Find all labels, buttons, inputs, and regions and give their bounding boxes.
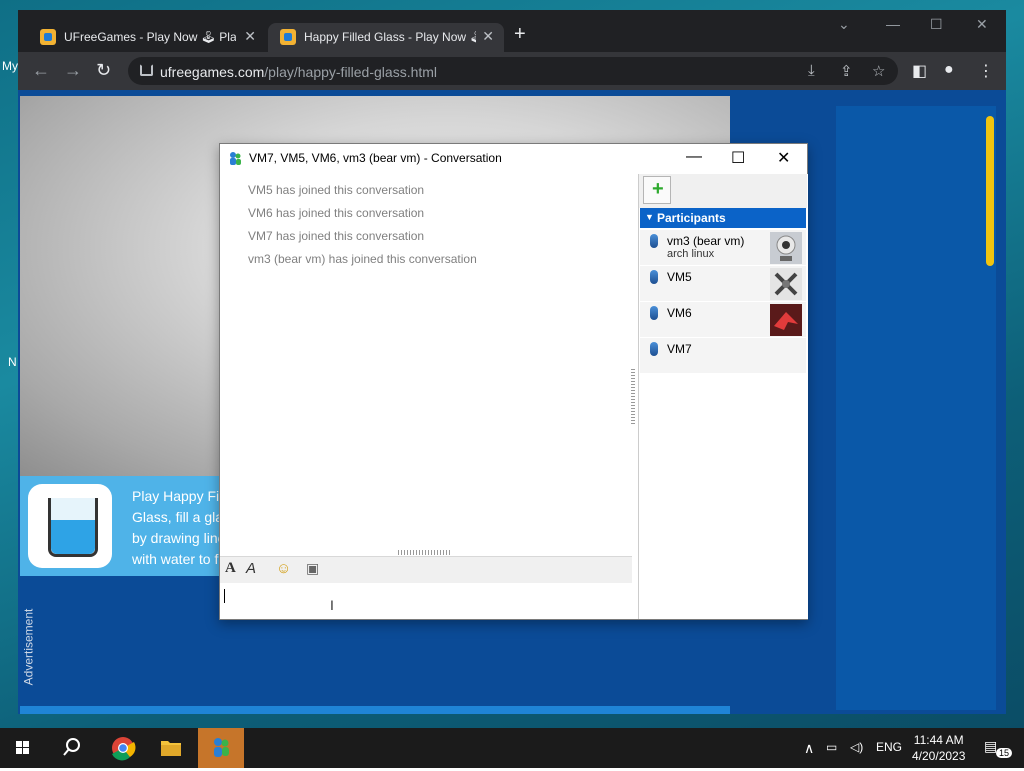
tab-search-icon[interactable]: ⌄ bbox=[838, 16, 850, 33]
add-user-icon: + bbox=[652, 178, 664, 200]
tab-ufreegames[interactable]: UFreeGames - Play Now 🕹 Play ✕ bbox=[28, 23, 266, 52]
reload-icon[interactable]: ↻ bbox=[96, 60, 111, 80]
participant-item[interactable]: VM6 bbox=[640, 302, 806, 337]
tab-strip: UFreeGames - Play Now 🕹 Play ✕ Happy Fil… bbox=[18, 10, 1006, 52]
messenger-icon bbox=[230, 152, 241, 165]
user-status-icon bbox=[650, 234, 658, 248]
clock[interactable]: 11:44 AM 4/20/2023 bbox=[912, 732, 965, 764]
save-icon[interactable]: ▣ bbox=[306, 560, 319, 577]
close-window-icon[interactable]: ✕ bbox=[976, 16, 988, 33]
origami-avatar bbox=[770, 304, 802, 336]
messenger-taskbar-button[interactable] bbox=[198, 728, 244, 768]
sidepanel-icon[interactable]: ◧ bbox=[912, 61, 927, 81]
system-message: VM7 has joined this conversation bbox=[248, 229, 425, 243]
message-input[interactable]: I bbox=[220, 583, 632, 619]
close-tab-icon[interactable]: ✕ bbox=[244, 28, 256, 45]
font-color-icon[interactable]: A bbox=[246, 560, 256, 577]
site-favicon-icon bbox=[40, 29, 56, 45]
participant-item[interactable]: VM5 bbox=[640, 266, 806, 301]
show-hidden-icons[interactable]: ∧ bbox=[804, 740, 814, 757]
language-indicator[interactable]: ENG bbox=[876, 740, 902, 754]
system-message: VM5 has joined this conversation bbox=[248, 183, 425, 197]
minimize-icon[interactable]: — bbox=[886, 16, 900, 32]
ibeam-cursor-icon: I bbox=[330, 597, 334, 613]
system-message: vm3 (bear vm) has joined this conversati… bbox=[248, 252, 477, 266]
new-tab-button[interactable]: + bbox=[514, 24, 526, 44]
install-icon[interactable]: ⤓ bbox=[808, 62, 815, 79]
user-status-icon bbox=[650, 270, 658, 284]
site-favicon-icon bbox=[280, 29, 296, 45]
emoticon-icon[interactable]: ☺ bbox=[276, 560, 291, 577]
browser-toolbar: ← → ↻ ufreegames.com/play/happy-filled-g… bbox=[18, 52, 1006, 90]
user-status-icon bbox=[650, 306, 658, 320]
search-icon bbox=[63, 738, 80, 756]
tab-title: UFreeGames - Play Now 🕹 Play bbox=[64, 30, 236, 44]
text-caret bbox=[224, 589, 225, 603]
maximize-icon[interactable]: ☐ bbox=[930, 16, 943, 33]
minimize-icon[interactable]: — bbox=[686, 148, 702, 166]
lock-icon[interactable] bbox=[140, 64, 153, 76]
taskbar: ∧ ▭ ◁) ENG 11:44 AM 4/20/2023 ▤ 15 bbox=[0, 728, 1024, 768]
conversation-titlebar[interactable]: VM7, VM5, VM6, vm3 (bear vm) - Conversat… bbox=[220, 144, 807, 172]
notification-count-badge: 15 bbox=[996, 748, 1013, 758]
format-toolbar: A A ☺ ▣ bbox=[220, 556, 632, 584]
vertical-splitter[interactable] bbox=[631, 369, 635, 425]
forward-icon[interactable]: → bbox=[64, 60, 82, 80]
font-icon[interactable]: A bbox=[225, 560, 236, 577]
participants-pane: + ▼ Participants vm3 (bear vm) arch linu… bbox=[638, 174, 808, 619]
network-icon[interactable]: ▭ bbox=[826, 740, 837, 754]
participant-item[interactable]: VM7 bbox=[640, 338, 806, 373]
participants-toolbar: + bbox=[639, 174, 807, 208]
address-bar[interactable]: ufreegames.com/play/happy-filled-glass.h… bbox=[128, 57, 898, 85]
glass-icon bbox=[48, 498, 98, 557]
maximize-icon[interactable]: ☐ bbox=[731, 148, 745, 168]
conversation-title: VM7, VM5, VM6, vm3 (bear vm) - Conversat… bbox=[249, 151, 502, 165]
star-icon[interactable]: ☆ bbox=[872, 62, 885, 80]
add-participant-button[interactable]: + bbox=[643, 176, 671, 204]
menu-icon[interactable]: ⋮ bbox=[978, 61, 994, 81]
collapse-arrow-icon: ▼ bbox=[645, 212, 654, 222]
profile-icon[interactable]: ● bbox=[944, 61, 954, 79]
tools-avatar bbox=[770, 268, 802, 300]
participants-header[interactable]: ▼ Participants bbox=[640, 208, 806, 228]
user-status-icon bbox=[650, 342, 658, 356]
page-sidebar bbox=[836, 106, 996, 710]
participant-item[interactable]: vm3 (bear vm) arch linux bbox=[640, 230, 806, 265]
horizontal-splitter[interactable] bbox=[398, 550, 452, 555]
game-logo-icon[interactable] bbox=[28, 484, 112, 568]
folder-icon bbox=[161, 741, 181, 756]
windows-icon bbox=[16, 741, 29, 754]
desktop-icon-label[interactable]: My bbox=[2, 59, 18, 73]
webcam-avatar bbox=[770, 232, 802, 264]
close-tab-icon[interactable]: ✕ bbox=[482, 28, 494, 45]
advertisement-label: Advertisement bbox=[21, 608, 36, 686]
search-button[interactable] bbox=[48, 728, 94, 768]
volume-icon[interactable]: ◁) bbox=[850, 740, 863, 754]
chrome-icon bbox=[112, 737, 136, 761]
file-explorer-button[interactable] bbox=[148, 728, 194, 768]
system-message: VM6 has joined this conversation bbox=[248, 206, 425, 220]
back-icon[interactable]: ← bbox=[32, 60, 50, 80]
message-history[interactable]: VM5 has joined this conversation VM6 has… bbox=[220, 172, 632, 550]
tab-title: Happy Filled Glass - Play Now 🕹 bbox=[304, 30, 476, 44]
url-text[interactable]: ufreegames.com/play/happy-filled-glass.h… bbox=[160, 64, 437, 80]
page-divider bbox=[20, 706, 730, 714]
messenger-icon bbox=[214, 738, 229, 757]
scrollbar-thumb[interactable] bbox=[986, 116, 994, 266]
close-icon[interactable]: ✕ bbox=[777, 148, 790, 168]
conversation-window: VM7, VM5, VM6, vm3 (bear vm) - Conversat… bbox=[219, 143, 808, 620]
desktop-icon-label[interactable]: N bbox=[8, 355, 17, 369]
share-icon[interactable]: ⇪ bbox=[840, 62, 853, 80]
tab-happy-filled-glass[interactable]: Happy Filled Glass - Play Now 🕹 ✕ bbox=[268, 23, 504, 52]
chrome-taskbar-button[interactable] bbox=[100, 728, 146, 768]
start-button[interactable] bbox=[0, 728, 46, 768]
